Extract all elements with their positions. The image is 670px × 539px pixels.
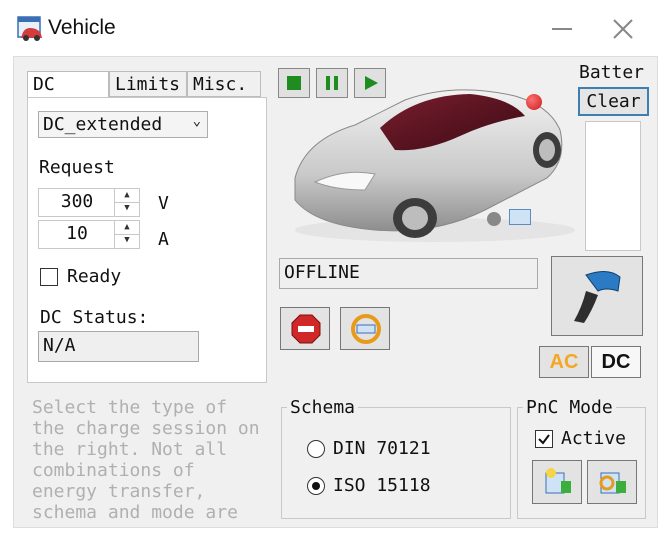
voltage-stepper[interactable]: 300 ▲ ▼ [38, 188, 140, 217]
dc-mode-button[interactable]: DC [591, 346, 641, 378]
update-certificate-button[interactable] [587, 460, 637, 504]
dc-mode-select[interactable]: DC_extended ⌄ [38, 111, 208, 138]
schema-group-title: Schema [287, 397, 359, 418]
hint-text: Select the type of the charge session on… [32, 397, 260, 523]
install-certificate-button[interactable] [532, 460, 582, 504]
current-stepper[interactable]: 10 ▲ ▼ [38, 220, 140, 249]
dc-status-label: DC Status: [40, 307, 149, 328]
ready-checkbox[interactable] [40, 268, 58, 286]
pnc-group-title: PnC Mode [523, 397, 616, 418]
pnc-active-checkbox[interactable] [535, 430, 553, 448]
stop-sign-icon [291, 314, 321, 344]
pnc-active-label: Active [561, 428, 627, 449]
battery-label: Batter [579, 62, 645, 83]
status-indicator-icon [526, 94, 542, 110]
current-down-button[interactable]: ▼ [115, 234, 139, 247]
stop-session-button[interactable] [280, 307, 330, 350]
dc-mode-value: DC_extended [43, 114, 163, 135]
dc-label: DC [601, 351, 631, 373]
vehicle-app-icon [16, 15, 44, 43]
connection-status-field: OFFLINE [279, 258, 538, 289]
current-value: 10 [66, 223, 88, 244]
ready-label: Ready [67, 266, 122, 287]
schema-group [281, 407, 511, 519]
voltage-value: 300 [60, 191, 94, 212]
voltage-down-button[interactable]: ▼ [115, 202, 139, 215]
mail-icon [509, 209, 531, 225]
close-icon [613, 19, 633, 39]
schema-radio-din[interactable] [307, 440, 325, 458]
tab-misc[interactable]: Misc. [187, 71, 261, 97]
voltage-up-button[interactable]: ▲ [115, 189, 139, 203]
clear-button-label: Clear [586, 91, 641, 112]
request-label: Request [39, 157, 115, 178]
schema-option-iso-label: ISO 15118 [333, 475, 431, 496]
current-unit: A [158, 229, 169, 250]
ac-label: AC [549, 351, 579, 373]
negotiate-button[interactable] [340, 307, 390, 350]
tab-limits[interactable]: Limits [109, 71, 187, 97]
window-title: Vehicle [48, 16, 116, 39]
minimize-button[interactable] [552, 28, 572, 30]
chevron-down-icon: ⌄ [192, 113, 201, 129]
charger-plug-icon [574, 271, 621, 323]
negotiate-icon [351, 314, 381, 344]
certificate-update-icon [599, 472, 626, 494]
schema-radio-iso[interactable] [307, 477, 325, 495]
tab-dc[interactable]: DC [27, 71, 109, 97]
schema-option-din-label: DIN 70121 [333, 438, 431, 459]
dc-status-field: N/A [38, 331, 199, 362]
clear-button[interactable]: Clear [578, 87, 649, 116]
checkmark-icon [538, 434, 550, 445]
gear-icon [487, 212, 501, 226]
battery-level-list[interactable] [585, 121, 641, 251]
dc-status-value: N/A [43, 335, 76, 356]
voltage-unit: V [158, 193, 169, 214]
plug-connect-button[interactable] [551, 256, 643, 336]
ac-mode-button[interactable]: AC [539, 346, 589, 378]
close-button[interactable] [610, 16, 636, 42]
certificate-install-icon [545, 468, 571, 494]
connection-status-value: OFFLINE [284, 262, 360, 283]
current-up-button[interactable]: ▲ [115, 221, 139, 235]
vehicle-image [285, 70, 575, 250]
